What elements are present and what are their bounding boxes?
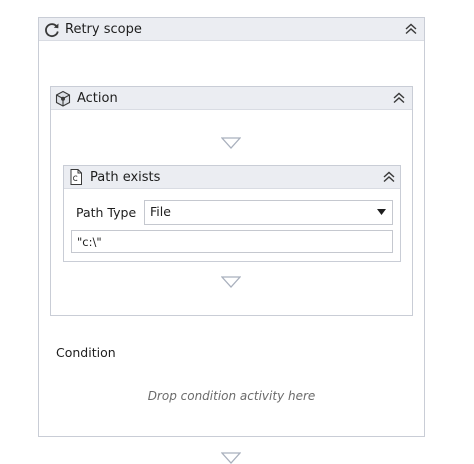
collapse-action-icon[interactable] <box>390 89 408 107</box>
drop-zone-arrow-icon[interactable] <box>221 137 241 149</box>
condition-drop-hint: Drop condition activity here <box>147 389 316 403</box>
path-exists-header[interactable]: Path exists <box>64 166 400 189</box>
path-input[interactable] <box>71 230 393 253</box>
retry-scope-header[interactable]: Retry scope <box>39 18 424 41</box>
path-type-selected-value: File <box>150 204 171 219</box>
collapse-retry-scope-icon[interactable] <box>402 20 420 38</box>
action-title: Action <box>77 91 118 106</box>
activity-cube-icon <box>55 90 71 107</box>
collapse-path-exists-icon[interactable] <box>380 168 398 186</box>
path-exists-title: Path exists <box>90 170 161 185</box>
refresh-icon <box>45 23 59 38</box>
dropdown-arrow-icon[interactable] <box>377 209 386 215</box>
action-container[interactable]: Action Path exists Path Type File "c:\" <box>50 86 413 316</box>
path-type-label: Path Type <box>76 205 137 220</box>
path-type-select[interactable]: File <box>144 200 393 225</box>
drop-zone-arrow-icon[interactable] <box>221 276 241 288</box>
retry-scope-activity[interactable]: Retry scope Action Path exists Path Type… <box>38 17 425 437</box>
action-header[interactable]: Action <box>51 87 412 110</box>
path-exists-activity[interactable]: Path exists Path Type File <box>63 165 401 262</box>
condition-drop-zone[interactable]: Drop condition activity here <box>39 378 424 418</box>
drop-zone-arrow-icon[interactable] <box>221 452 241 464</box>
retry-scope-title: Retry scope <box>65 22 142 37</box>
condition-label: Condition <box>56 345 116 360</box>
document-icon <box>70 169 82 185</box>
